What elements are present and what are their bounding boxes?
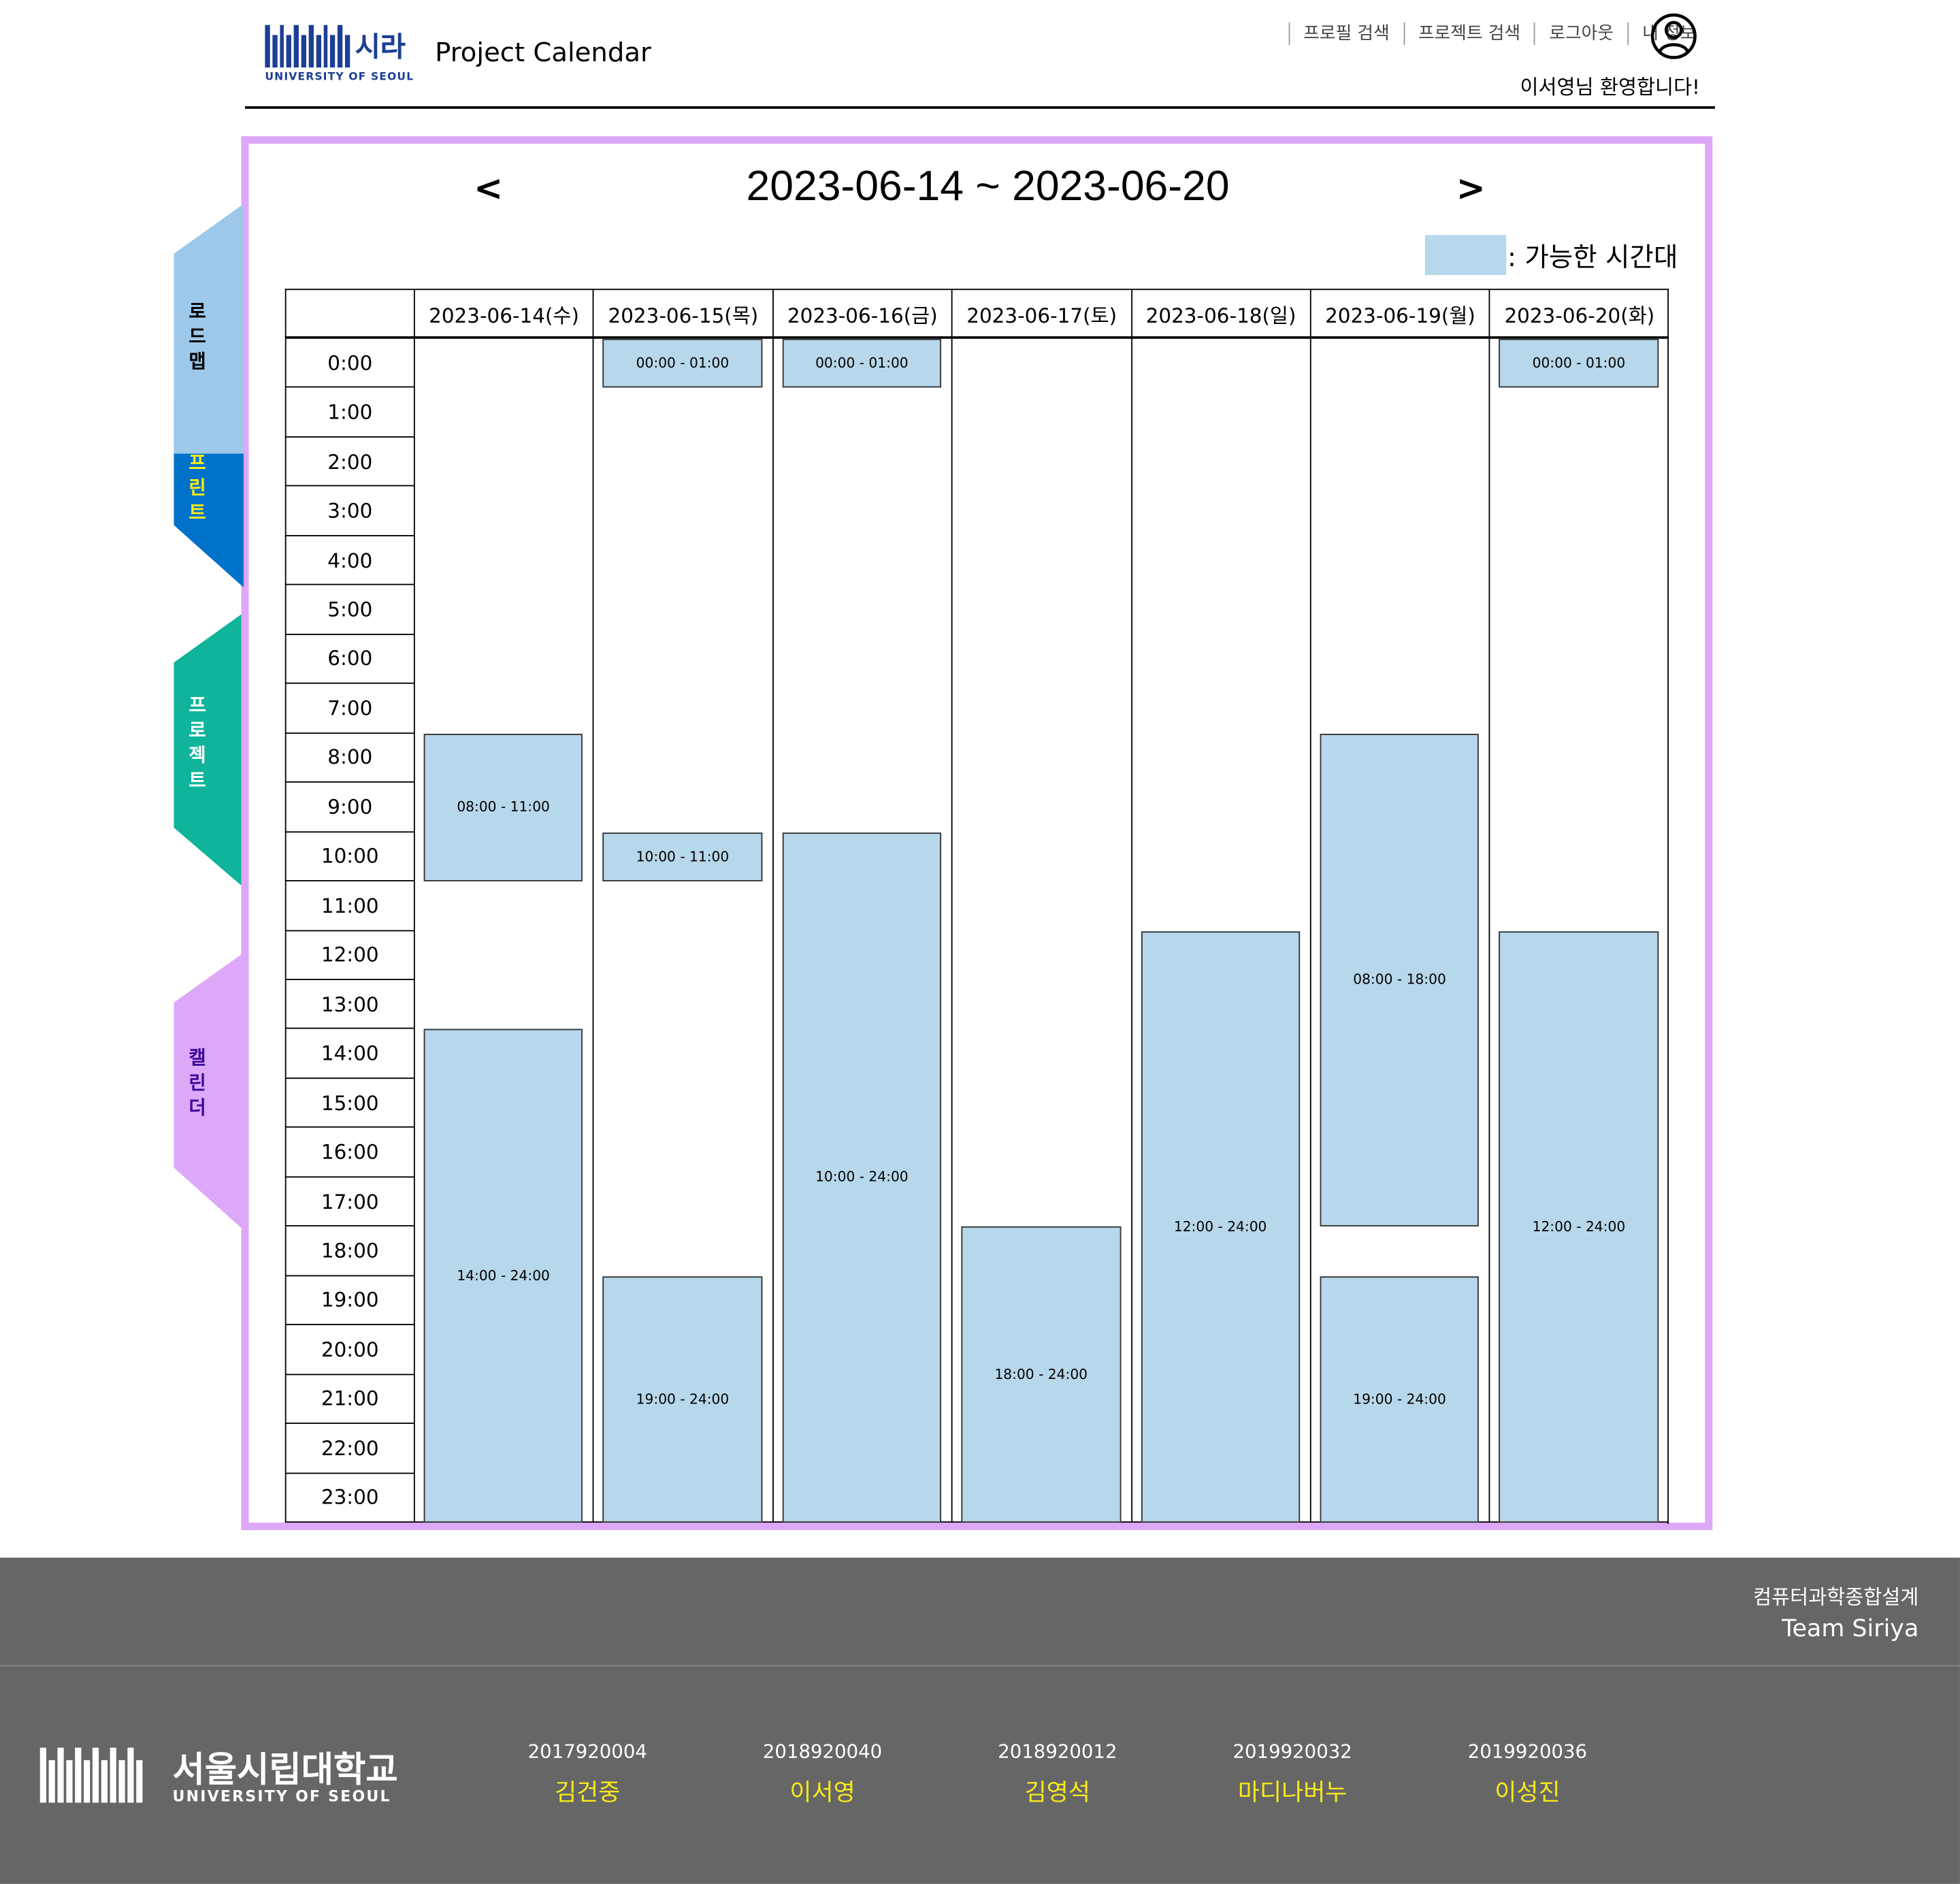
- header-divider: [244, 106, 1715, 109]
- day-header: 2023-06-15(목): [593, 289, 772, 338]
- next-week-button[interactable]: >: [1456, 167, 1486, 209]
- member-name: 마디나버누: [1237, 1779, 1348, 1807]
- team-member: 2018920012 김영석: [970, 1740, 1145, 1808]
- available-slot[interactable]: 19:00 - 24:00: [603, 1276, 762, 1523]
- footer-logo-mark-icon: [39, 1747, 150, 1803]
- page: 시라 UNIVERSITY OF SEOUL Project Calendar …: [0, 0, 1960, 1884]
- available-slot[interactable]: 00:00 - 01:00: [1499, 338, 1659, 389]
- available-slot[interactable]: 19:00 - 24:00: [1320, 1276, 1480, 1523]
- time-label: 11:00: [284, 881, 414, 931]
- time-label: 17:00: [284, 1177, 414, 1227]
- member-name: 이성진: [1494, 1779, 1561, 1807]
- member-id: 2018920012: [998, 1740, 1117, 1763]
- legend-label: : 가능한 시간대: [1507, 242, 1678, 273]
- member-id: 2019920036: [1467, 1740, 1588, 1763]
- member-id: 2018920040: [762, 1740, 883, 1763]
- time-label: 7:00: [284, 684, 414, 734]
- top-nav: 프로필 검색 프로젝트 검색 로그아웃 내 정보: [1288, 22, 1710, 46]
- footer-university-logo: 서울시립대학교 UNIVERSITY OF SEOUL: [39, 1747, 403, 1806]
- footer-logo-text: 서울시립대학교: [172, 1749, 398, 1791]
- available-slot[interactable]: 10:00 - 24:00: [782, 832, 942, 1523]
- time-label: 23:00: [284, 1473, 414, 1523]
- time-label: 18:00: [284, 1227, 414, 1276]
- day-header: 2023-06-16(금): [772, 289, 952, 338]
- available-slot[interactable]: 08:00 - 11:00: [423, 733, 583, 881]
- calendar-grid: 2023-06-14(수) 2023-06-15(목) 2023-06-16(금) 2…: [284, 289, 1669, 1524]
- side-tab-label: 캘린더: [189, 1046, 206, 1119]
- team-name: Team Siriya: [1782, 1615, 1919, 1643]
- nav-project-search[interactable]: 프로젝트 검색: [1403, 22, 1534, 46]
- available-slot[interactable]: 00:00 - 01:00: [782, 338, 942, 389]
- time-label: 9:00: [284, 783, 414, 832]
- time-label: 16:00: [284, 1128, 414, 1178]
- time-label: 6:00: [284, 634, 414, 685]
- time-label: 4:00: [284, 536, 414, 586]
- nav-logout[interactable]: 로그아웃: [1534, 22, 1627, 46]
- team-member: 2018920040 이서영: [735, 1740, 910, 1808]
- time-label: 5:00: [284, 585, 414, 635]
- prev-week-button[interactable]: <: [474, 167, 503, 209]
- available-slot[interactable]: 14:00 - 24:00: [423, 1029, 583, 1523]
- available-slot[interactable]: 00:00 - 01:00: [603, 338, 762, 389]
- week-range-title: 2023-06-14 ~ 2023-06-20: [746, 162, 1230, 210]
- corner-header: [284, 289, 414, 338]
- side-tab-roadmap[interactable]: 로드맵: [174, 204, 244, 454]
- footer: 컴퓨터과학종합설계 Team Siriya 서울시립대학교 UNIVERSITY…: [0, 1557, 1960, 1884]
- member-id: 2019920032: [1232, 1740, 1352, 1763]
- time-label: 22:00: [284, 1424, 414, 1474]
- available-slot[interactable]: 10:00 - 11:00: [603, 832, 762, 881]
- team-member: 2019920036 이성진: [1440, 1740, 1615, 1808]
- time-label: 19:00: [284, 1276, 414, 1326]
- time-label: 10:00: [284, 832, 414, 881]
- available-slot[interactable]: 18:00 - 24:00: [961, 1227, 1121, 1523]
- footer-divider: [0, 1665, 1960, 1667]
- side-tab-calendar[interactable]: 캘린더: [174, 952, 244, 1231]
- time-label: 12:00: [284, 930, 414, 980]
- member-id: 2017920004: [527, 1740, 647, 1763]
- side-tab-label: 프로젝트: [189, 694, 206, 792]
- university-logo[interactable]: 시라 UNIVERSITY OF SEOUL: [265, 22, 417, 85]
- time-label: 1:00: [284, 388, 414, 438]
- member-name: 이서영: [789, 1779, 855, 1807]
- time-label: 14:00: [284, 1029, 414, 1079]
- available-slot[interactable]: 12:00 - 24:00: [1141, 930, 1301, 1523]
- legend-swatch: [1424, 235, 1507, 276]
- time-label: 21:00: [284, 1374, 414, 1425]
- nav-profile-search[interactable]: 프로필 검색: [1288, 22, 1403, 46]
- time-label: 3:00: [284, 487, 414, 536]
- available-slot[interactable]: 08:00 - 18:00: [1320, 733, 1480, 1227]
- day-header: 2023-06-17(토): [951, 289, 1131, 338]
- team-member: 2017920004 김건중: [500, 1740, 675, 1808]
- time-label: 15:00: [284, 1078, 414, 1128]
- day-header: 2023-06-19(월): [1309, 289, 1490, 338]
- team-member: 2019920032 마디나버누: [1205, 1740, 1380, 1808]
- grid-border: [1667, 289, 1669, 1524]
- member-name: 김건중: [555, 1779, 621, 1807]
- footer-logo-subtext: UNIVERSITY OF SEOUL: [172, 1787, 391, 1806]
- time-label: 8:00: [284, 733, 414, 783]
- user-profile-icon[interactable]: [1650, 12, 1697, 60]
- day-header: 2023-06-18(일): [1130, 289, 1310, 338]
- side-tab-label: 로드맵: [189, 299, 206, 373]
- side-tab-project[interactable]: 프로젝트: [174, 612, 244, 888]
- course-name: 컴퓨터과학종합설계: [1753, 1585, 1919, 1609]
- day-header: 2023-06-20(화): [1489, 289, 1669, 338]
- welcome-message: 이서영님 환영합니다!: [1520, 75, 1700, 99]
- time-label: 20:00: [284, 1325, 414, 1375]
- time-label: 0:00: [284, 338, 414, 389]
- logo-text: 시라: [355, 32, 406, 64]
- logo-mark-icon: [265, 25, 350, 68]
- day-header: 2023-06-14(수): [413, 289, 593, 338]
- app-title: Project Calendar: [435, 37, 651, 68]
- time-label: 13:00: [284, 979, 414, 1030]
- member-name: 김영석: [1024, 1779, 1091, 1807]
- time-label: 2:00: [284, 437, 414, 487]
- logo-subtext: UNIVERSITY OF SEOUL: [265, 71, 414, 84]
- available-slot[interactable]: 12:00 - 24:00: [1499, 930, 1659, 1523]
